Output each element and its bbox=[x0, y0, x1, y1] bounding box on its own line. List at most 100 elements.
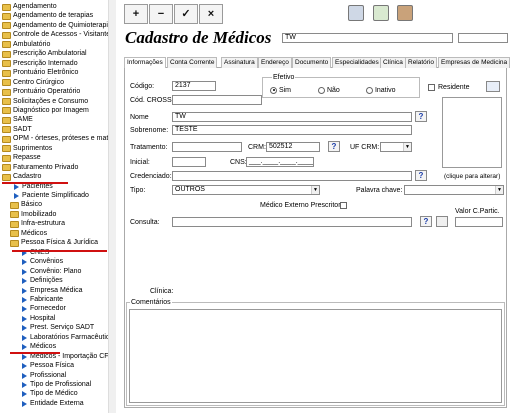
folder-icon bbox=[2, 41, 11, 49]
page-title: Cadastro de Médicos bbox=[125, 28, 272, 47]
arrow-right-icon bbox=[22, 315, 27, 322]
tab-empresas-de-medicina[interactable]: Empresas de Medicina bbox=[438, 57, 511, 68]
arrow-right-icon bbox=[22, 296, 27, 303]
cancel-button[interactable]: × bbox=[199, 4, 223, 24]
tools-icon[interactable] bbox=[373, 5, 389, 21]
sobrenome-label: Sobrenome: bbox=[130, 127, 169, 134]
arrow-right-icon bbox=[22, 344, 27, 351]
tab-assinatura[interactable]: Assinatura bbox=[221, 57, 258, 68]
arrow-right-icon bbox=[22, 372, 27, 379]
arrow-right-icon bbox=[22, 306, 27, 313]
sidebar-scrollbar[interactable] bbox=[108, 0, 116, 413]
confirm-button[interactable]: ✓ bbox=[174, 4, 198, 24]
residente-checkbox[interactable] bbox=[428, 84, 435, 91]
nome-field[interactable]: TW bbox=[172, 112, 412, 122]
tratamento-field[interactable] bbox=[172, 142, 242, 152]
folder-icon bbox=[2, 145, 11, 153]
nome-help-button[interactable]: ? bbox=[415, 111, 427, 122]
radio-sim-indicator[interactable] bbox=[270, 86, 277, 94]
exit-door-icon[interactable] bbox=[397, 5, 413, 21]
folder-icon bbox=[2, 135, 11, 143]
folder-icon bbox=[2, 126, 11, 134]
tab-clinica[interactable]: Clínica bbox=[380, 57, 406, 68]
tab-conta-corrente[interactable]: Conta Corrente bbox=[167, 57, 218, 68]
tipo-value: OUTROS bbox=[175, 186, 205, 193]
highlight-underline bbox=[2, 182, 68, 184]
comentarios-textarea[interactable] bbox=[129, 309, 502, 403]
chevron-down-icon: ▼ bbox=[403, 143, 411, 151]
photo-box[interactable] bbox=[442, 97, 502, 168]
tab-endereco[interactable]: Endereço bbox=[258, 57, 292, 68]
valor-cpartic-field[interactable] bbox=[455, 217, 503, 227]
arrow-right-icon bbox=[22, 391, 27, 398]
folder-icon bbox=[2, 79, 11, 87]
folder-icon bbox=[2, 88, 11, 96]
id-card-icon[interactable] bbox=[486, 81, 500, 92]
crm-label: CRM: bbox=[248, 144, 266, 151]
palavra-chave-label: Palavra chave: bbox=[356, 187, 403, 194]
title-extra-field[interactable] bbox=[458, 33, 508, 43]
credenciado-help-button[interactable]: ? bbox=[415, 170, 427, 181]
radio-sim[interactable]: Sim bbox=[270, 86, 291, 95]
folder-icon bbox=[10, 211, 19, 219]
tab-documento[interactable]: Documento bbox=[292, 57, 332, 68]
tab-especialidades[interactable]: Especialidades bbox=[332, 57, 382, 68]
arrow-right-icon bbox=[22, 353, 27, 360]
tab-relatorio[interactable]: Relatório bbox=[405, 57, 438, 68]
add-consulta-icon[interactable] bbox=[436, 216, 448, 227]
cns-field[interactable]: ___.____.____.____ bbox=[246, 157, 314, 167]
radio-sim-label: Sim bbox=[278, 87, 292, 94]
photo-hint: (clique para alterar) bbox=[444, 173, 501, 180]
folder-icon bbox=[10, 201, 19, 209]
tipo-select[interactable]: OUTROS ▼ bbox=[172, 185, 320, 195]
chevron-down-icon: ▼ bbox=[495, 186, 503, 194]
sidebar-item-label: Entidade Externa bbox=[30, 399, 84, 407]
arrow-right-icon bbox=[22, 382, 27, 388]
sobrenome-field[interactable]: TESTE bbox=[172, 125, 412, 135]
highlight-underline bbox=[12, 250, 107, 252]
title-name-field[interactable]: TW bbox=[282, 33, 453, 43]
consulta-help-button[interactable]: ? bbox=[420, 216, 432, 227]
folder-icon bbox=[2, 12, 11, 20]
clinica-label: Clínica: bbox=[150, 288, 174, 295]
crm-field[interactable]: 502512 bbox=[266, 142, 320, 152]
codigo-label: Código: bbox=[130, 83, 155, 90]
add-button[interactable]: + bbox=[124, 4, 148, 24]
remove-button[interactable]: − bbox=[149, 4, 173, 24]
codigo-field[interactable]: 2137 bbox=[172, 81, 216, 91]
comentarios-label: Comentários bbox=[130, 298, 172, 307]
residente-label: Residente bbox=[438, 84, 470, 91]
credenciado-label: Credenciado: bbox=[130, 173, 172, 180]
credenciado-field[interactable] bbox=[172, 171, 412, 181]
consulta-field[interactable] bbox=[172, 217, 412, 227]
arrow-right-icon bbox=[22, 363, 27, 370]
radio-nao-indicator[interactable] bbox=[318, 86, 325, 94]
folder-icon bbox=[2, 173, 11, 181]
uf-crm-select[interactable]: ▼ bbox=[380, 142, 412, 152]
folder-icon bbox=[2, 60, 11, 68]
cod-cross-field[interactable] bbox=[172, 95, 262, 105]
folder-icon bbox=[2, 164, 11, 172]
palavra-chave-select[interactable]: ▼ bbox=[404, 185, 504, 195]
radio-nao[interactable]: Não bbox=[318, 86, 340, 95]
radio-inativo[interactable]: Inativo bbox=[366, 86, 396, 95]
inicial-field[interactable] bbox=[172, 157, 206, 167]
print-icon[interactable] bbox=[348, 5, 364, 21]
valor-cpartic-label: Valor C.Partic. bbox=[455, 208, 500, 215]
medico-externo-checkbox[interactable] bbox=[340, 202, 347, 209]
arrow-right-icon bbox=[22, 400, 27, 407]
folder-icon bbox=[2, 98, 11, 105]
folder-icon bbox=[2, 116, 11, 124]
consulta-label: Consulta: bbox=[130, 219, 160, 226]
uf-crm-label: UF CRM: bbox=[350, 144, 380, 151]
crm-help-button[interactable]: ? bbox=[328, 141, 340, 152]
arrow-right-icon bbox=[22, 287, 27, 294]
radio-inativo-indicator[interactable] bbox=[366, 86, 373, 94]
sidebar-item[interactable]: Entidade Externa bbox=[22, 399, 84, 409]
chevron-down-icon: ▼ bbox=[311, 186, 319, 194]
arrow-right-icon bbox=[22, 278, 27, 285]
cod-cross-label: Cód. CROSS: bbox=[130, 97, 174, 104]
folder-icon bbox=[10, 230, 19, 238]
arrow-right-icon bbox=[22, 325, 27, 332]
cns-label: CNS: bbox=[230, 159, 247, 166]
